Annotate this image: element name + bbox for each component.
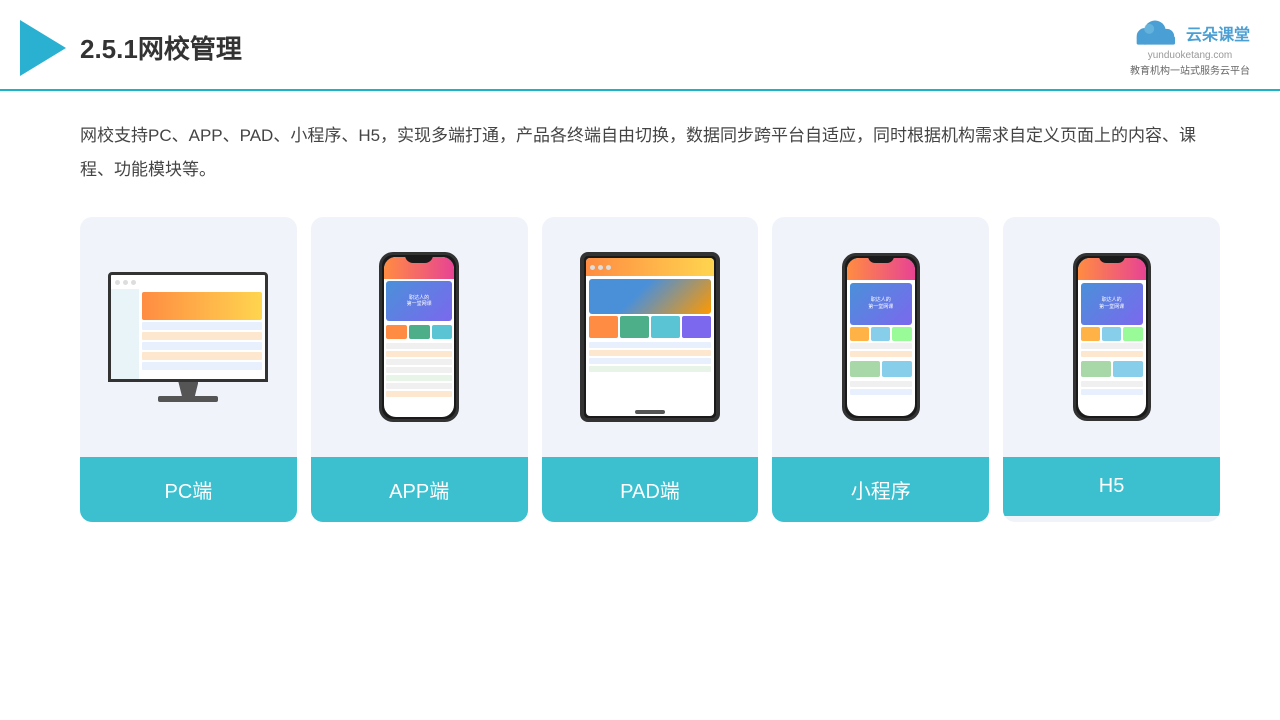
monitor-screen	[108, 272, 268, 382]
page-title: 2.5.1网校管理	[80, 29, 242, 66]
app-phone-illustration: 职达人的第一堂网课	[379, 252, 459, 422]
header: 2.5.1网校管理 云朵课堂 yunduoketang.com 教育机构一站式服…	[0, 0, 1280, 91]
brand-slogan: 教育机构一站式服务云平台	[1130, 62, 1250, 77]
miniprogram-image-area: 职达人的第一堂网课	[772, 217, 989, 457]
miniprogram-label: 小程序	[772, 457, 989, 522]
h5-card: 职达人的第一堂网课	[1003, 217, 1220, 522]
pad-tablet-illustration	[580, 252, 720, 422]
device-cards-container: PC端 职达人的第一堂网课	[80, 217, 1220, 522]
brand-logo: 云朵课堂 yunduoketang.com 教育机构一站式服务云平台	[1130, 18, 1250, 77]
main-content: 网校支持PC、APP、PAD、小程序、H5，实现多端打通，产品各终端自由切换，数…	[0, 91, 1280, 542]
pc-label: PC端	[80, 457, 297, 522]
pad-card: PAD端	[542, 217, 759, 522]
miniprogram-phone-illustration: 职达人的第一堂网课	[842, 253, 920, 421]
cloud-icon	[1130, 18, 1180, 48]
app-image-area: 职达人的第一堂网课	[311, 217, 528, 457]
h5-label: H5	[1003, 457, 1220, 516]
pc-card: PC端	[80, 217, 297, 522]
app-card: 职达人的第一堂网课	[311, 217, 528, 522]
description-text: 网校支持PC、APP、PAD、小程序、H5，实现多端打通，产品各终端自由切换，数…	[80, 119, 1220, 187]
h5-phone-illustration: 职达人的第一堂网课	[1073, 253, 1151, 421]
miniprogram-card: 职达人的第一堂网课	[772, 217, 989, 522]
h5-image-area: 职达人的第一堂网课	[1003, 217, 1220, 457]
header-left: 2.5.1网校管理	[20, 20, 242, 76]
app-label: APP端	[311, 457, 528, 522]
monitor-inner	[111, 275, 265, 379]
pad-image-area	[542, 217, 759, 457]
cloud-logo-container: 云朵课堂	[1130, 18, 1250, 48]
pc-monitor-illustration	[108, 272, 268, 402]
logo-triangle-icon	[20, 20, 66, 76]
brand-name: 云朵课堂	[1186, 21, 1250, 45]
pad-label: PAD端	[542, 457, 759, 522]
brand-url: yunduoketang.com	[1148, 50, 1233, 61]
pc-image-area	[80, 217, 297, 457]
